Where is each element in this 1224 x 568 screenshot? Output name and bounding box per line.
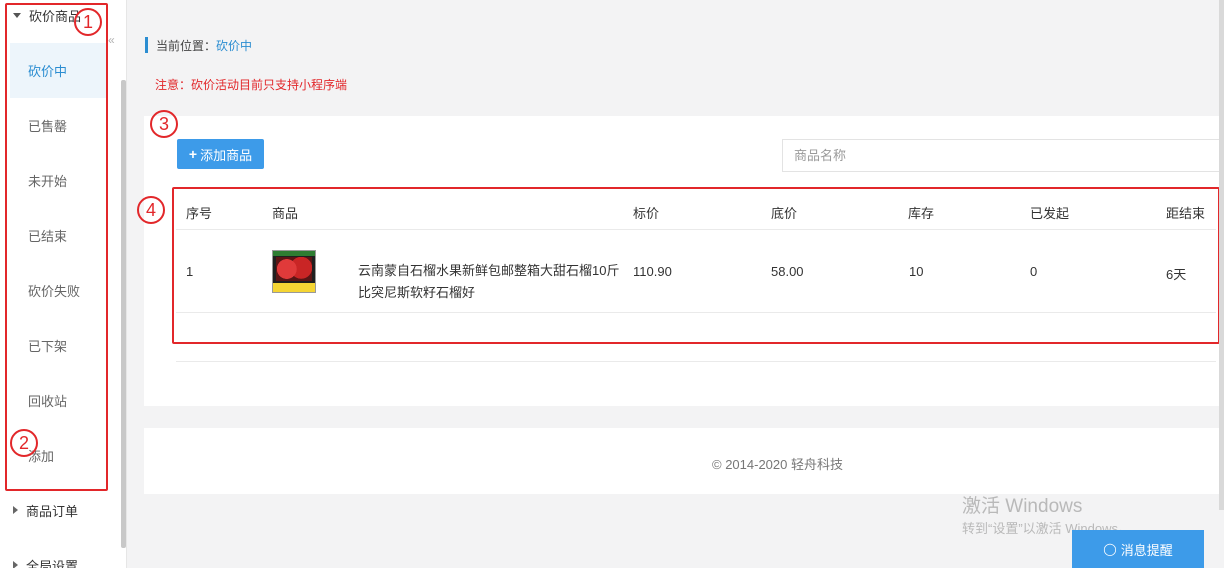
- annotation-badge: 1: [74, 8, 102, 36]
- breadcrumb-prefix: 当前位置：: [156, 38, 217, 53]
- caret-right-icon: [13, 561, 18, 568]
- add-product-button[interactable]: + 添加商品: [177, 139, 264, 169]
- annotation-badge: 3: [150, 110, 178, 138]
- message-reminder-button[interactable]: ◯ 消息提醒: [1072, 530, 1204, 568]
- sidebar-scrollbar[interactable]: [121, 80, 126, 548]
- page-scrollbar[interactable]: [1219, 0, 1224, 510]
- sidebar-group-label: 商品订单: [26, 503, 79, 519]
- annotation-box-sidebar: [5, 3, 108, 491]
- breadcrumb-current[interactable]: 砍价中: [216, 37, 252, 54]
- annotation-box-table: [172, 187, 1220, 344]
- chat-bubble-icon: ◯: [1103, 542, 1117, 556]
- plus-icon: +: [188, 146, 198, 162]
- copyright-text: © 2014-2020 轻舟科技: [712, 457, 843, 472]
- product-search-input[interactable]: [782, 139, 1224, 172]
- table-bottom-divider: [176, 361, 1216, 362]
- footer: [144, 428, 1224, 494]
- caret-right-icon: [13, 506, 18, 514]
- sidebar-group-settings[interactable]: 全局设置: [13, 554, 78, 568]
- windows-watermark-title: 激活 Windows: [962, 496, 1083, 517]
- collapse-sidebar-icon[interactable]: «: [108, 33, 115, 47]
- annotation-badge: 4: [137, 196, 165, 224]
- breadcrumb: 当前位置： 砍价中: [145, 37, 252, 53]
- sidebar-group-label: 全局设置: [26, 558, 79, 568]
- notice-text: 注意：砍价活动目前只支持小程序端: [155, 78, 348, 92]
- annotation-badge: 2: [10, 429, 38, 457]
- sidebar-group-orders[interactable]: 商品订单: [13, 499, 78, 521]
